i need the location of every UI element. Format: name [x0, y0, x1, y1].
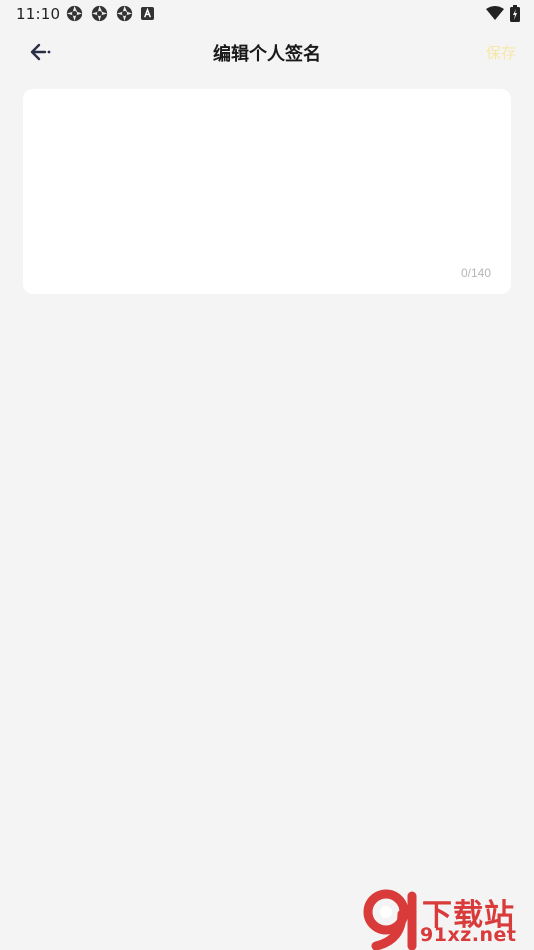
screen: 11:10 编辑个人签名 保存 0/140 下载站 91xz.net — [0, 0, 534, 950]
a-box-icon — [141, 7, 154, 20]
watermark-brand-en: 91xz.net — [420, 924, 517, 946]
wifi-icon — [486, 6, 504, 20]
watermark-logo-icon — [363, 889, 417, 950]
char-counter: 0/140 — [460, 266, 491, 280]
system-icons — [486, 5, 520, 22]
aperture-icon — [116, 5, 133, 22]
status-time: 11:10 — [16, 5, 61, 23]
watermark: 下载站 91xz.net — [362, 888, 534, 950]
page-title: 编辑个人签名 — [213, 44, 321, 65]
header: 编辑个人签名 保存 — [0, 28, 534, 76]
status-bar: 11:10 — [0, 0, 534, 28]
aperture-icon — [91, 5, 108, 22]
notification-icons — [66, 5, 154, 22]
battery-charging-icon — [510, 5, 520, 22]
aperture-icon — [66, 5, 83, 22]
save-button[interactable]: 保存 — [486, 42, 516, 63]
signature-card: 0/140 — [23, 89, 511, 294]
signature-input[interactable] — [39, 103, 499, 257]
